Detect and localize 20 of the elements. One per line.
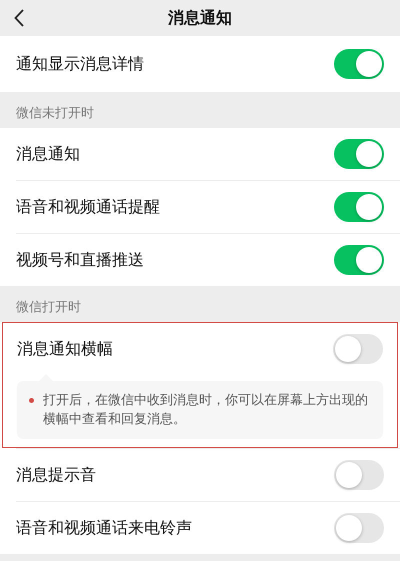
tip-text: 打开后，在微信中收到消息时，你可以在屏幕上方出现的横幅中查看和回复消息。 — [43, 392, 369, 429]
section-header: 微信未打开时 — [16, 105, 94, 122]
setting-label: 视频号和直播推送 — [16, 250, 144, 270]
setting-label: 消息提示音 — [16, 464, 96, 486]
toggle-switch[interactable] — [334, 460, 384, 490]
back-icon[interactable] — [14, 9, 24, 27]
toggle-switch[interactable] — [333, 334, 383, 364]
setting-label: 通知显示消息详情 — [16, 54, 144, 74]
toggle-switch[interactable] — [334, 513, 384, 543]
toggle-switch[interactable] — [334, 192, 384, 222]
setting-label: 消息通知横幅 — [17, 338, 113, 360]
bullet-icon — [29, 398, 34, 403]
section-header: 微信打开时 — [16, 299, 81, 316]
setting-label: 语音和视频通话提醒 — [16, 196, 160, 218]
toggle-switch[interactable] — [334, 245, 384, 275]
toggle-switch[interactable] — [334, 49, 384, 79]
setting-label: 消息通知 — [16, 144, 80, 164]
toggle-switch[interactable] — [334, 139, 384, 169]
page-title: 消息通知 — [168, 8, 232, 28]
setting-label: 语音和视频通话来电铃声 — [16, 518, 192, 538]
